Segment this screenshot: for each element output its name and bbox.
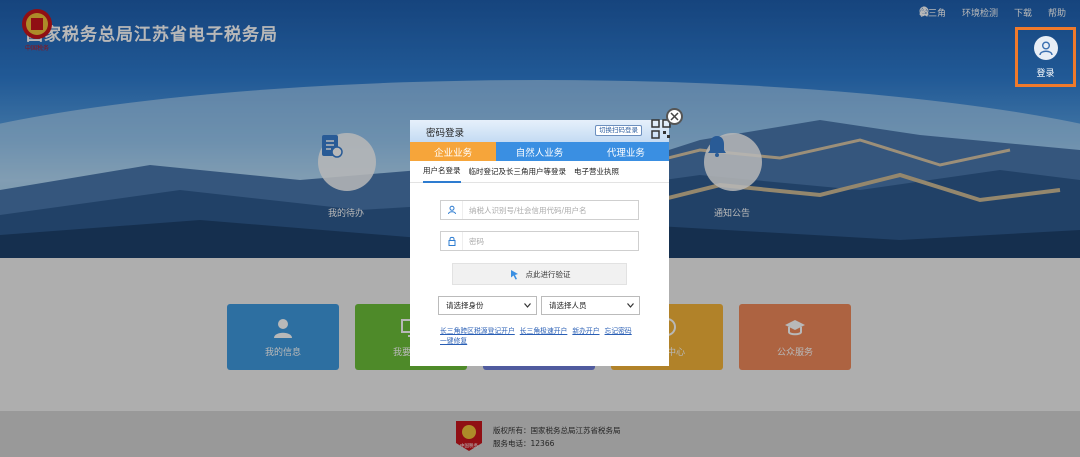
chevron-down-icon <box>524 303 531 308</box>
dialog-title: 密码登录 <box>426 128 465 139</box>
login-button[interactable]: 登录 <box>1015 27 1076 87</box>
login-dialog: 密码登录 切换扫码登录 企业业务 自然人业务 代理业务 用户名登录 临时登记及长… <box>410 119 671 366</box>
identity-select-value: 请选择身份 <box>446 301 484 310</box>
identity-select[interactable]: 请选择身份 <box>438 296 537 315</box>
tab-temporary-login[interactable]: 临时登记及长三角用户等登录 <box>469 161 567 183</box>
username-field <box>440 200 639 220</box>
chevron-down-icon <box>627 303 634 308</box>
verify-label: 点此进行验证 <box>525 269 571 279</box>
link-yangtze-registration[interactable]: 长三角跨区税源登记开户 <box>440 327 515 335</box>
switch-qr-login-button[interactable]: 切换扫码登录 <box>595 125 642 136</box>
link-new-account[interactable]: 新办开户 <box>572 327 599 335</box>
person-select[interactable]: 请选择人员 <box>541 296 640 315</box>
tab-username-login[interactable]: 用户名登录 <box>423 161 461 183</box>
business-tabs: 企业业务 自然人业务 代理业务 <box>410 142 669 161</box>
password-input[interactable] <box>463 236 633 246</box>
user-icon <box>441 201 463 219</box>
password-field <box>440 231 639 251</box>
pointer-icon <box>510 269 518 279</box>
lock-icon <box>441 232 463 250</box>
close-dialog-button[interactable] <box>666 108 683 125</box>
tab-individual[interactable]: 自然人业务 <box>496 142 583 161</box>
tab-agent[interactable]: 代理业务 <box>582 142 669 161</box>
captcha-verify-button[interactable]: 点此进行验证 <box>452 263 627 285</box>
link-yangtze-fast-open[interactable]: 长三角极速开户 <box>520 327 568 335</box>
login-method-tabs: 用户名登录 临时登记及长三角用户等登录 电子营业执照 <box>410 161 669 183</box>
person-select-value: 请选择人员 <box>549 301 587 310</box>
user-avatar-icon <box>1033 36 1058 60</box>
dialog-header: 密码登录 切换扫码登录 <box>410 119 671 142</box>
close-icon <box>670 112 679 121</box>
quick-links: 长三角跨区税源登记开户 长三角极速开户 新办开户 忘记密码一键修复 <box>440 326 650 346</box>
link-one-click-repair[interactable]: 一键修复 <box>440 337 467 345</box>
tab-e-license[interactable]: 电子营业执照 <box>574 161 619 183</box>
username-input[interactable] <box>463 205 633 215</box>
login-label: 登录 <box>1036 69 1055 79</box>
link-forgot-password[interactable]: 忘记密码 <box>605 327 632 335</box>
tab-enterprise[interactable]: 企业业务 <box>410 142 497 161</box>
